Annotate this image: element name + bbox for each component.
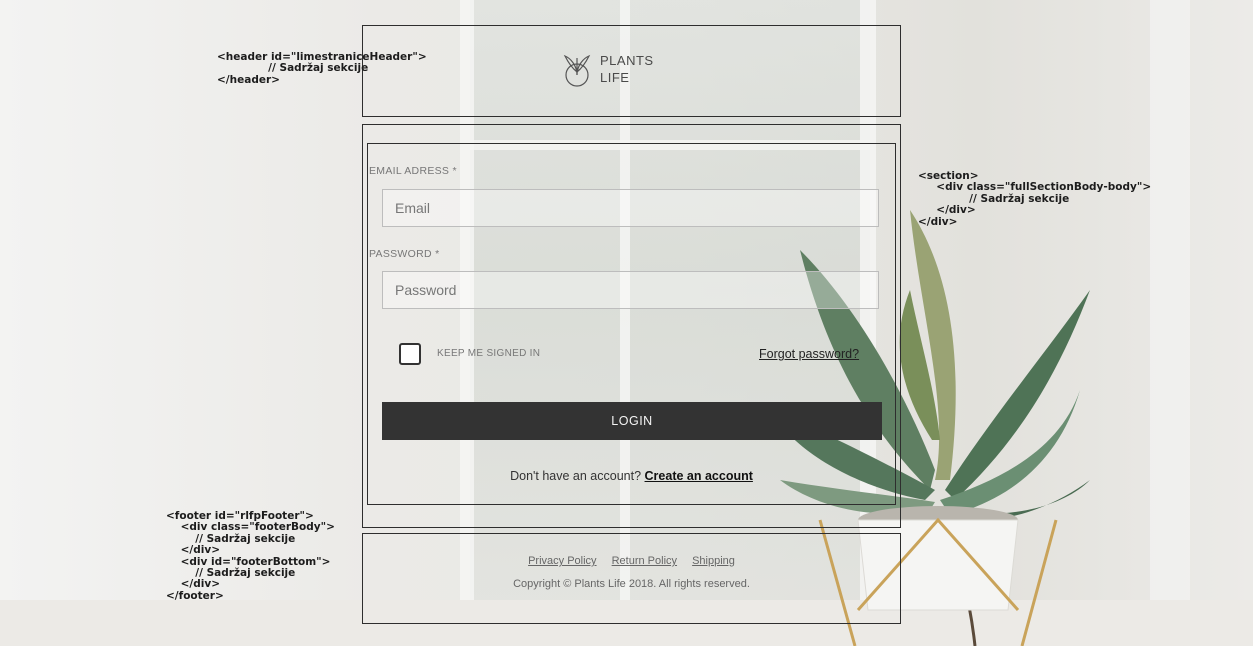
keep-signed-in-label: KEEP ME SIGNED IN bbox=[437, 348, 541, 359]
brand-name: PLANTS LIFE bbox=[600, 52, 654, 86]
keep-signed-in-checkbox[interactable] bbox=[399, 343, 421, 365]
header-code-annotation: <header id="limestraniceHeader"> // Sadr… bbox=[217, 51, 427, 86]
footer-code-annotation: <footer id="rlfpFooter"> <div class="foo… bbox=[166, 510, 335, 602]
login-button[interactable]: LOGIN bbox=[382, 402, 882, 440]
footer-links: Privacy Policy Return Policy Shipping bbox=[364, 555, 899, 567]
password-label: PASSWORD * bbox=[369, 248, 440, 260]
email-label: EMAIL ADRESS * bbox=[369, 165, 457, 177]
brand-line-1: PLANTS bbox=[600, 53, 654, 68]
password-input[interactable] bbox=[382, 271, 879, 309]
brand-line-2: LIFE bbox=[600, 70, 630, 85]
privacy-policy-link[interactable]: Privacy Policy bbox=[528, 555, 596, 567]
signup-prompt: Don't have an account? bbox=[510, 469, 642, 483]
brand-logo[interactable]: PLANTS LIFE bbox=[562, 50, 702, 90]
copyright-text: Copyright © Plants Life 2018. All rights… bbox=[513, 578, 750, 590]
shipping-link[interactable]: Shipping bbox=[692, 555, 735, 567]
plant-sprout-icon bbox=[563, 54, 591, 87]
signup-row: Don't have an account? Create an account bbox=[364, 469, 899, 483]
create-account-link[interactable]: Create an account bbox=[645, 469, 753, 483]
forgot-password-link[interactable]: Forgot password? bbox=[759, 347, 859, 361]
email-input[interactable] bbox=[382, 189, 879, 227]
section-code-annotation: <section> <div class="fullSectionBody-bo… bbox=[918, 170, 1152, 228]
return-policy-link[interactable]: Return Policy bbox=[612, 555, 677, 567]
